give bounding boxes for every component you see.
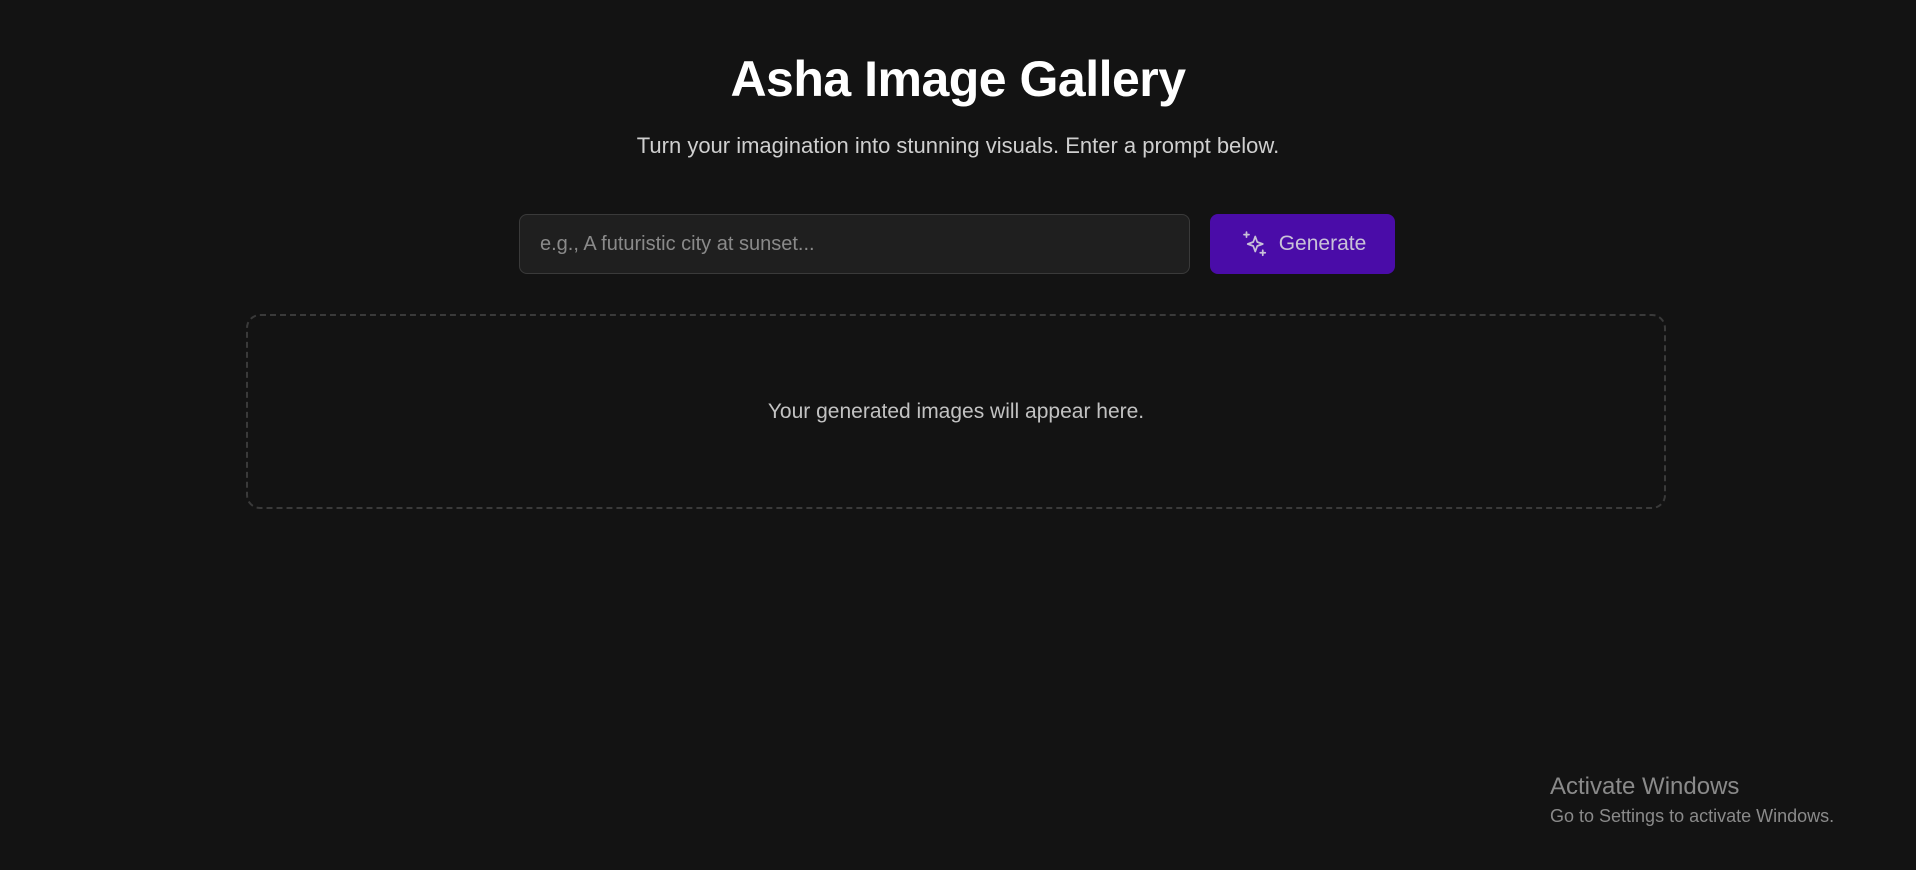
activate-windows-watermark: Activate Windows Go to Settings to activ…	[1550, 772, 1834, 828]
sparkles-icon	[1239, 229, 1269, 259]
prompt-form: Generate	[519, 214, 1395, 274]
gallery-placeholder: Your generated images will appear here.	[246, 314, 1666, 509]
generate-button[interactable]: Generate	[1210, 214, 1395, 274]
page-title: Asha Image Gallery	[730, 51, 1186, 107]
prompt-input[interactable]	[519, 214, 1190, 274]
page-subtitle: Turn your imagination into stunning visu…	[636, 133, 1280, 158]
generate-button-label: Generate	[1278, 232, 1367, 255]
watermark-subtitle: Go to Settings to activate Windows.	[1550, 806, 1835, 826]
watermark-title: Activate Windows	[1550, 773, 1740, 800]
app-page: Asha Image Gallery Turn your imagination…	[0, 0, 1916, 870]
gallery-empty-message: Your generated images will appear here.	[767, 399, 1145, 423]
